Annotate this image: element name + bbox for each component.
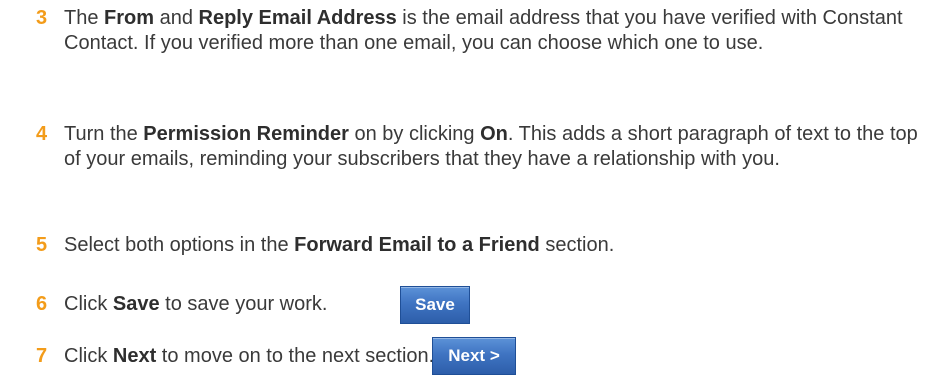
step-text-bold: Permission Reminder bbox=[143, 123, 349, 145]
step-number: 5 bbox=[36, 234, 48, 256]
step-text-part: Turn the bbox=[64, 123, 144, 145]
step-text-part: section. bbox=[539, 234, 615, 256]
step-text-bold: On bbox=[480, 123, 508, 145]
save-button[interactable]: Save bbox=[400, 286, 470, 324]
step-text-part: The bbox=[64, 7, 105, 29]
step-text-part: to save your work. bbox=[159, 293, 328, 315]
step-text-bold: From bbox=[104, 7, 155, 29]
step-text: The From and Reply Email Address is the … bbox=[64, 6, 934, 56]
step-text: Turn the Permission Reminder on by click… bbox=[64, 122, 934, 172]
step-text-part: Click bbox=[64, 293, 113, 315]
step-text-part: and bbox=[154, 7, 199, 29]
step-text-part: to move on to the next section. bbox=[156, 345, 435, 367]
step-text-bold: Next bbox=[112, 345, 157, 367]
step-text-bold: Reply Email Address bbox=[198, 7, 397, 29]
step-text: Select both options in the Forward Email… bbox=[64, 233, 934, 258]
step-number: 3 bbox=[36, 7, 48, 29]
next-button[interactable]: Next > bbox=[432, 337, 516, 375]
step-text-bold: Forward Email to a Friend bbox=[294, 234, 540, 256]
step-text-part: Click bbox=[64, 345, 113, 367]
step-number: 6 bbox=[36, 293, 48, 315]
step-number: 7 bbox=[36, 345, 48, 367]
step-text: Click Save to save your work. bbox=[64, 292, 934, 317]
step-text-bold: Save bbox=[112, 293, 160, 315]
step-text-part: on by clicking bbox=[348, 123, 481, 145]
step-number: 4 bbox=[36, 123, 48, 145]
step-text-part: Select both options in the bbox=[64, 234, 295, 256]
